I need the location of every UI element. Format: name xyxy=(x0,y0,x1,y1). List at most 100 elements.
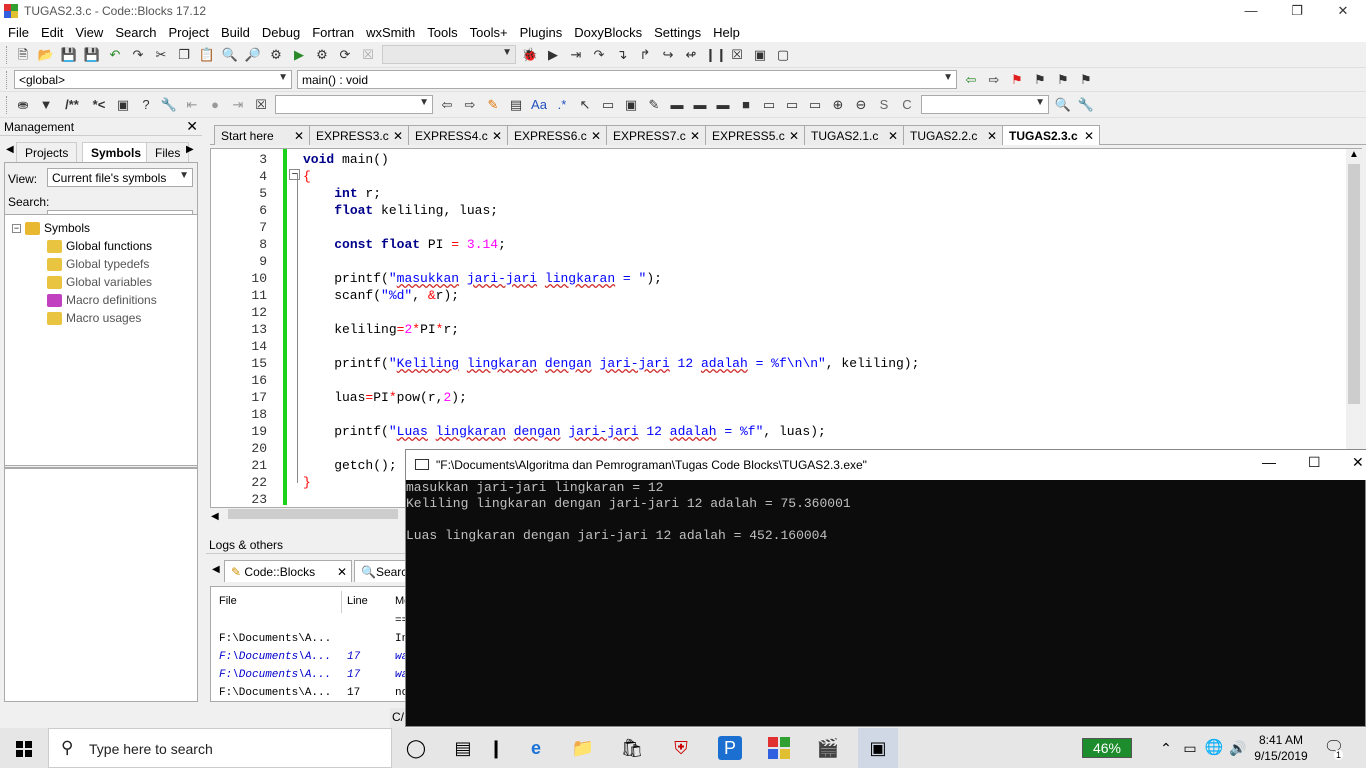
editor-vertical-scrollbar[interactable]: ▲ xyxy=(1346,149,1362,449)
wx-edit-icon[interactable]: ✎ xyxy=(645,96,663,114)
menu-help[interactable]: Help xyxy=(709,22,748,42)
tree-item-global-functions[interactable]: Global functions xyxy=(66,239,152,253)
prev-marker-icon[interactable]: ⇤ xyxy=(183,96,201,114)
wx-panel-icon[interactable]: ▬ xyxy=(714,96,732,114)
copy-icon[interactable]: ❐ xyxy=(175,46,193,64)
tab-search-results[interactable]: 🔍Search xyxy=(354,560,406,582)
tab-start-here[interactable]: Start here ✕ xyxy=(214,125,310,145)
scope-select[interactable]: <global> ▼ xyxy=(14,70,292,89)
scrollbar-thumb[interactable] xyxy=(1348,164,1360,404)
tab-symbols[interactable]: Symbols xyxy=(82,142,151,162)
view-select[interactable]: Current file's symbols ▼ xyxy=(47,168,193,187)
close-tab-icon[interactable]: ✕ xyxy=(337,565,347,579)
line-comment-button[interactable]: *< xyxy=(89,96,109,114)
find-icon[interactable]: 🔍 xyxy=(221,46,239,64)
next-instruction-icon[interactable]: ↪ xyxy=(659,46,677,64)
build-and-run-icon[interactable]: ⚙ xyxy=(313,46,331,64)
toggle-bookmark-icon[interactable]: ⚑ xyxy=(1008,71,1026,89)
menu-file[interactable]: File xyxy=(4,22,37,42)
zoom-in-icon[interactable]: ⊕ xyxy=(829,96,847,114)
undo-icon[interactable]: ↶ xyxy=(106,46,124,64)
close-tab-icon[interactable]: ✕ xyxy=(294,129,304,143)
replace-icon[interactable]: 🔎 xyxy=(244,46,262,64)
incremental-search-input[interactable]: ▼ xyxy=(275,95,433,114)
tab-tugas2-2[interactable]: TUGAS2.2.c ✕ xyxy=(903,125,1003,145)
codeblocks-taskbar-icon[interactable] xyxy=(767,736,791,760)
h-scrollbar-thumb[interactable] xyxy=(228,509,399,519)
step-into-icon[interactable]: ↴ xyxy=(613,46,631,64)
function-select[interactable]: main() : void ▼ xyxy=(297,70,957,89)
run-icon[interactable]: ▶ xyxy=(290,46,308,64)
prev-bookmark-icon[interactable]: ⚑ xyxy=(1031,71,1049,89)
close-tab-icon[interactable]: ✕ xyxy=(1084,129,1094,143)
wx-widget-a-icon[interactable]: ▭ xyxy=(760,96,778,114)
debug-start-icon[interactable]: ▶ xyxy=(544,46,562,64)
tab-express7[interactable]: EXPRESS7.c ✕ xyxy=(606,125,706,145)
symbol-c-icon[interactable]: C xyxy=(898,96,916,114)
debug-icon[interactable]: 🐞 xyxy=(521,46,539,64)
tab-files[interactable]: Files xyxy=(146,142,190,162)
debug-windows-icon[interactable]: ▣ xyxy=(751,46,769,64)
taskbar-clock[interactable]: 8:41 AM 9/15/2019 xyxy=(1248,732,1314,764)
symbol-s-icon[interactable]: S xyxy=(875,96,893,114)
symbol-find-icon[interactable]: 🔍 xyxy=(1054,96,1072,114)
next-bookmark-icon[interactable]: ⚑ xyxy=(1054,71,1072,89)
close-tab-icon[interactable]: ✕ xyxy=(591,129,601,143)
abort-icon[interactable]: ☒ xyxy=(359,46,377,64)
wx-textbox-icon[interactable]: ▬ xyxy=(691,96,709,114)
close-tab-icon[interactable]: ✕ xyxy=(690,129,700,143)
microsoft-store-icon[interactable]: 🛍 xyxy=(620,736,644,760)
tab-express4[interactable]: EXPRESS4.c ✕ xyxy=(408,125,508,145)
console-maximize-button[interactable]: ☐ xyxy=(1308,454,1321,471)
tree-item-macro-definitions[interactable]: Macro definitions xyxy=(66,293,157,307)
wx-box-icon[interactable]: ▬ xyxy=(668,96,686,114)
menu-wxsmith[interactable]: wxSmith xyxy=(362,22,423,42)
close-tab-icon[interactable]: ✕ xyxy=(789,129,799,143)
restore-button[interactable]: ❐ xyxy=(1274,0,1320,22)
symbol-settings-icon[interactable]: 🔧 xyxy=(1077,96,1095,114)
battery-indicator[interactable]: 46% xyxy=(1082,738,1132,758)
file-explorer-icon[interactable]: 📁 xyxy=(571,736,595,760)
selected-text-only-icon[interactable]: ▤ xyxy=(507,96,525,114)
tab-projects[interactable]: Projects xyxy=(16,142,78,162)
battery-tray-icon[interactable]: ▭ xyxy=(1178,736,1202,760)
menu-tools[interactable]: Tools xyxy=(423,22,465,42)
console-taskbar-icon[interactable]: ▣ xyxy=(858,728,898,768)
tree-item-macro-usages[interactable]: Macro usages xyxy=(66,311,141,325)
zoom-out-icon[interactable]: ⊖ xyxy=(852,96,870,114)
cortana-icon[interactable]: ◯ xyxy=(404,736,428,760)
tab-express5[interactable]: EXPRESS5.c ✕ xyxy=(705,125,805,145)
close-window-button[interactable]: ✕ xyxy=(1320,0,1366,22)
menu-search[interactable]: Search xyxy=(111,22,164,42)
menu-fortran[interactable]: Fortran xyxy=(308,22,362,42)
tab-codeblocks-log[interactable]: ✎ Code::Blocks ✕ xyxy=(224,560,352,582)
menu-tools-plus[interactable]: Tools+ xyxy=(466,22,516,42)
mcafee-icon[interactable]: ⛨ xyxy=(669,736,693,760)
tab-tugas2-1[interactable]: TUGAS2.1.c ✕ xyxy=(804,125,904,145)
start-button[interactable] xyxy=(0,728,48,768)
table-cell-file[interactable]: F:\Documents\A... xyxy=(219,669,331,681)
edge-browser-icon[interactable]: e xyxy=(524,736,548,760)
close-tab-icon[interactable]: ✕ xyxy=(393,129,403,143)
close-tab-icon[interactable]: ✕ xyxy=(492,129,502,143)
menu-edit[interactable]: Edit xyxy=(37,22,71,42)
wx-image-icon[interactable]: ▣ xyxy=(622,96,640,114)
paste-icon[interactable]: 📋 xyxy=(198,46,216,64)
logs-scroll-left-icon[interactable]: ◀ xyxy=(212,564,220,575)
menu-settings[interactable]: Settings xyxy=(650,22,709,42)
jump-back-icon[interactable]: ⇦ xyxy=(962,71,980,89)
menu-plugins[interactable]: Plugins xyxy=(516,22,571,42)
clear-search-icon[interactable]: ☒ xyxy=(252,96,270,114)
minimize-button[interactable]: — xyxy=(1228,0,1274,22)
run-chm-icon[interactable]: ? xyxy=(137,96,155,114)
console-window[interactable]: "F:\Documents\Algoritma dan Pemrograman\… xyxy=(405,449,1366,727)
extract-docs-icon[interactable]: ▼ xyxy=(37,96,55,114)
run-to-cursor-icon[interactable]: ⇥ xyxy=(567,46,585,64)
table-cell-file[interactable]: F:\Documents\A... xyxy=(219,633,331,645)
scroll-left-icon[interactable]: ◀ xyxy=(211,511,219,522)
save-all-icon[interactable]: 💾 xyxy=(83,46,101,64)
regex-icon[interactable]: .* xyxy=(553,96,571,114)
new-file-icon[interactable]: 🗎 xyxy=(14,46,32,64)
various-info-icon[interactable]: ▢ xyxy=(774,46,792,64)
tree-item-global-typedefs[interactable]: Global typedefs xyxy=(66,257,149,271)
